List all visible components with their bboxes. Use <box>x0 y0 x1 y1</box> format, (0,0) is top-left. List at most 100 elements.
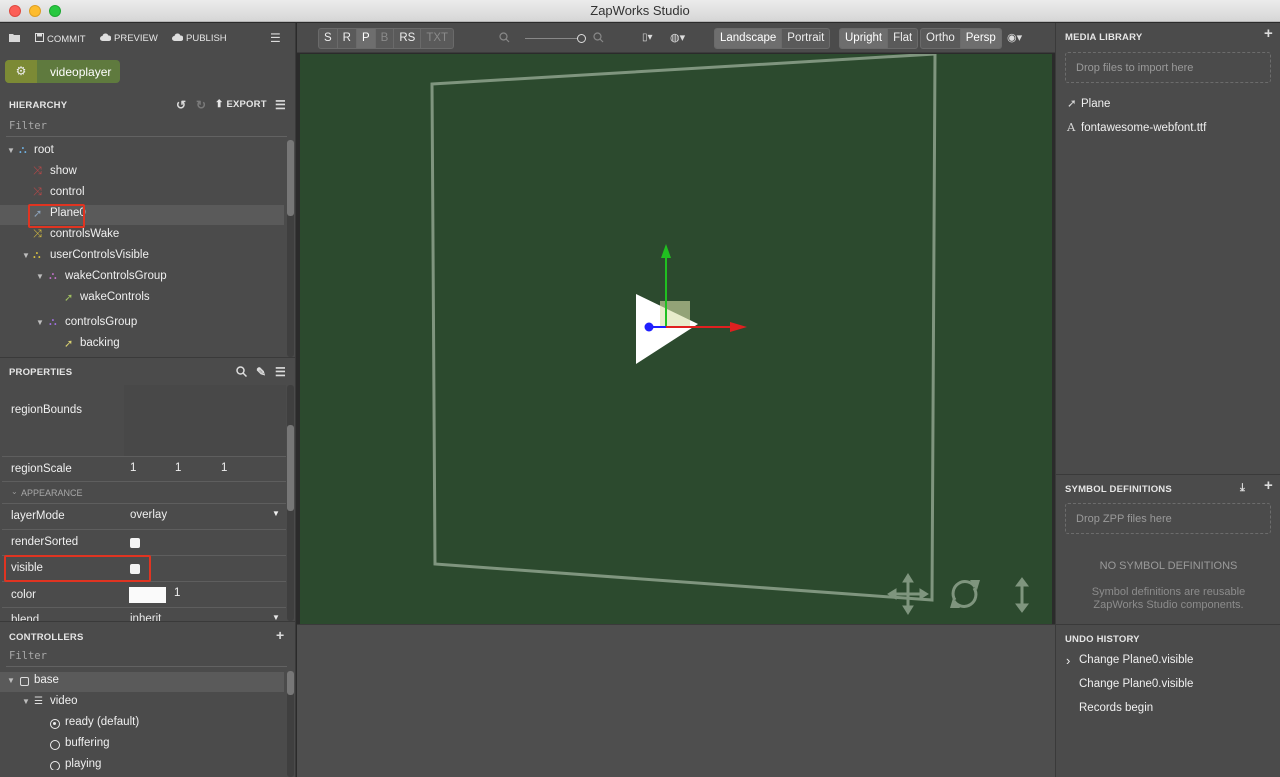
region-scale-z-input[interactable]: 1 <box>221 462 227 474</box>
pencil-icon[interactable]: ✎ <box>256 366 266 378</box>
tree-node-wakecontrols[interactable]: ➚ wakeControls <box>0 289 284 309</box>
properties-menu-icon[interactable]: ☰ <box>275 366 286 378</box>
gizmo-plane-handle[interactable] <box>660 301 690 327</box>
dropdown-arrow-icon[interactable]: ▼ <box>272 509 280 518</box>
zoom-slider-handle[interactable] <box>577 34 586 43</box>
controllers-filter-input[interactable]: Filter <box>9 650 47 662</box>
hierarchy-scrollbar[interactable] <box>287 140 294 357</box>
expand-arrow-icon[interactable]: ▼ <box>7 146 15 155</box>
tree-node-backing[interactable]: ➚ backing <box>0 335 284 355</box>
appearance-section[interactable]: ⌄ APPEARANCE <box>2 482 286 504</box>
undo-history-header: UNDO HISTORY <box>1056 624 1280 650</box>
color-alpha-value[interactable]: 1 <box>174 587 180 599</box>
timeline-panel[interactable] <box>297 624 1055 777</box>
undo-item[interactable]: Change Plane0.visible <box>1079 654 1193 666</box>
media-drop-zone[interactable]: Drop files to import here <box>1065 52 1271 83</box>
download-icon[interactable]: ⤓ <box>1240 482 1245 494</box>
mode-b-button[interactable]: B <box>376 29 395 48</box>
gizmo-z-handle[interactable] <box>644 322 654 332</box>
undo-icon[interactable]: ↺ <box>176 99 186 111</box>
dolly-icon[interactable] <box>1015 577 1029 613</box>
zoom-out-icon[interactable] <box>499 32 510 45</box>
controller-state-ready[interactable]: ready (default) <box>0 714 284 734</box>
flat-button[interactable]: Flat <box>888 29 917 48</box>
ortho-button[interactable]: Ortho <box>921 29 961 48</box>
mode-p-button[interactable]: P <box>356 29 376 48</box>
undo-item[interactable]: Change Plane0.visible <box>1079 678 1193 690</box>
mode-r-button[interactable]: R <box>338 29 357 48</box>
tree-node-wakecontrolsgroup[interactable]: ▼ ⛬ wakeControlsGroup <box>0 268 284 288</box>
controller-state-playing[interactable]: playing <box>0 756 284 770</box>
properties-scrollbar[interactable] <box>287 385 294 621</box>
gear-icon[interactable]: ⚙ <box>5 60 37 83</box>
commit-button[interactable]: COMMIT <box>35 33 86 45</box>
controller-state-buffering[interactable]: buffering <box>0 735 284 755</box>
controller-base[interactable]: ▼ base <box>0 672 284 692</box>
tree-node-show[interactable]: ⤨ show <box>0 163 284 183</box>
mode-s-button[interactable]: S <box>319 29 338 48</box>
persp-button[interactable]: Persp <box>960 29 1001 48</box>
zoom-slider[interactable] <box>525 34 586 43</box>
tree-node-control[interactable]: ⤨ control <box>0 184 284 204</box>
projection-group: Ortho Persp <box>920 28 1002 49</box>
tree-node-root[interactable]: ▼ ⛬ root <box>0 142 284 162</box>
region-bounds-editor[interactable] <box>124 385 286 456</box>
globe-icon[interactable]: ◍▾ <box>670 32 685 44</box>
gizmo-y-arrow-icon[interactable] <box>661 244 671 258</box>
expand-arrow-icon[interactable]: ▼ <box>36 272 44 281</box>
expand-arrow-icon[interactable]: ▼ <box>36 318 44 327</box>
region-scale-y-input[interactable]: 1 <box>175 462 181 474</box>
gizmo-x-arrow-icon[interactable] <box>730 322 747 332</box>
radio-icon <box>50 761 60 770</box>
dropdown-arrow-icon[interactable]: ▼ <box>272 613 280 621</box>
portrait-button[interactable]: Portrait <box>782 29 829 48</box>
undo-item[interactable]: Records begin <box>1079 702 1153 714</box>
scene-viewport[interactable] <box>300 54 1052 624</box>
menu-icon[interactable]: ☰ <box>270 32 281 44</box>
expand-arrow-icon[interactable]: ▼ <box>22 251 30 260</box>
publish-button[interactable]: PUBLISH <box>172 33 227 44</box>
symbol-drop-zone[interactable]: Drop ZPP files here <box>1065 503 1271 534</box>
tree-node-controlswake[interactable]: ⤨ controlsWake <box>0 226 284 246</box>
scene-canvas <box>430 54 1029 615</box>
color-swatch[interactable] <box>129 587 166 603</box>
publish-label: PUBLISH <box>186 33 227 44</box>
hierarchy-menu-icon[interactable]: ☰ <box>275 99 286 111</box>
expand-arrow-icon[interactable]: ▼ <box>7 676 15 685</box>
folder-icon[interactable] <box>9 33 21 45</box>
search-icon[interactable] <box>236 366 248 379</box>
controller-video[interactable]: ▼ ☰ video <box>0 693 284 713</box>
media-item-plane[interactable]: ➚ Plane <box>1067 96 1110 110</box>
rendersorted-checkbox[interactable] <box>130 538 140 548</box>
add-media-icon[interactable]: + <box>1264 26 1273 41</box>
project-badge[interactable]: ⚙ videoplayer <box>5 60 120 83</box>
export-button[interactable]: ⬆ EXPORT <box>215 99 267 110</box>
hierarchy-scroll-thumb[interactable] <box>287 140 294 216</box>
properties-scroll-thumb[interactable] <box>287 425 294 511</box>
preview-button[interactable]: PREVIEW <box>100 33 158 44</box>
pan-icon[interactable] <box>887 573 929 615</box>
controllers-scroll-thumb[interactable] <box>287 671 294 695</box>
tree-node-usercontrolsvisible[interactable]: ▼ ⛬ userControlsVisible <box>0 247 284 267</box>
tree-node-controlsgroup[interactable]: ▼ ⛬ controlsGroup <box>0 314 284 334</box>
no-symbols-description-2: ZapWorks Studio components. <box>1093 599 1244 611</box>
transform-mode-group: S R P B RS TXT <box>318 28 455 49</box>
redo-icon[interactable]: ↻ <box>196 99 206 111</box>
controllers-scrollbar[interactable] <box>287 671 294 777</box>
media-item-font[interactable]: Afontawesome-webfont.ttf <box>1067 120 1206 134</box>
device-icon[interactable]: ▯▾ <box>642 32 653 44</box>
upright-button[interactable]: Upright <box>840 29 889 48</box>
zoom-in-icon[interactable] <box>593 32 604 45</box>
landscape-button[interactable]: Landscape <box>715 29 783 48</box>
orbit-icon[interactable] <box>950 580 980 608</box>
add-controller-icon[interactable]: + <box>276 628 284 642</box>
blend-select[interactable]: inherit <box>130 613 161 621</box>
eye-icon[interactable]: ◉▾ <box>1007 32 1022 44</box>
add-symbol-icon[interactable]: + <box>1264 478 1273 493</box>
mode-rs-button[interactable]: RS <box>394 29 422 48</box>
layermode-select[interactable]: overlay <box>130 509 167 521</box>
region-scale-x-input[interactable]: 1 <box>130 462 136 474</box>
mode-txt-button[interactable]: TXT <box>421 29 453 48</box>
hierarchy-filter-input[interactable]: Filter <box>9 120 47 132</box>
expand-arrow-icon[interactable]: ▼ <box>22 697 30 706</box>
